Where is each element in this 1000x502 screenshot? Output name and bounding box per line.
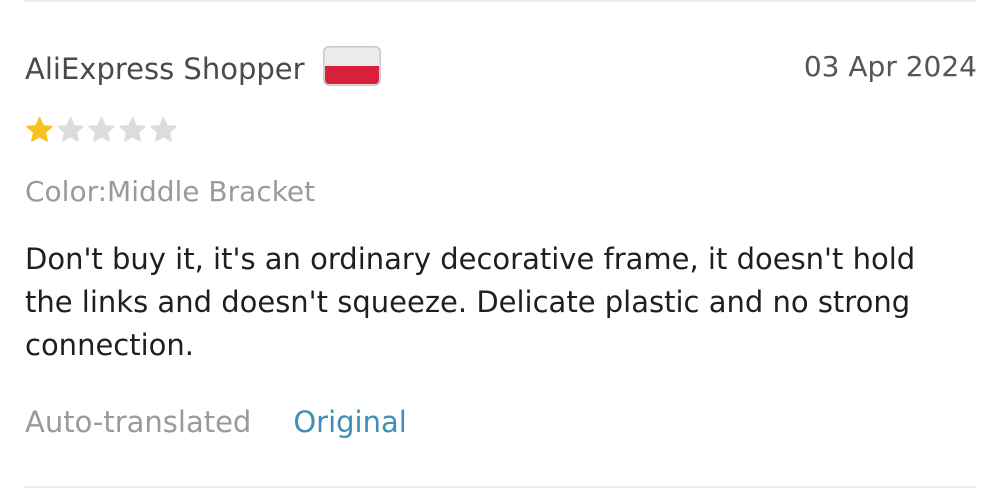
review-date: 03 Apr 2024	[803, 50, 977, 83]
star-empty-icon	[119, 117, 146, 142]
auto-translated-label: Auto-translated	[25, 405, 252, 439]
poland-flag-icon	[323, 46, 381, 86]
star-rating	[25, 116, 178, 146]
star-filled-icon	[26, 117, 53, 142]
review-text: Don't buy it, it's an ordinary decorativ…	[25, 242, 916, 362]
author-name: AliExpress Shopper	[25, 52, 305, 86]
review-header: AliExpress Shopper 03 Apr 2024	[25, 46, 977, 92]
star-empty-icon	[88, 117, 115, 142]
top-divider	[24, 0, 976, 2]
original-link[interactable]: Original	[293, 405, 406, 439]
star-empty-icon	[57, 117, 84, 142]
product-variant: Color:Middle Bracket	[25, 175, 316, 208]
translation-row: Auto-translated Original	[25, 402, 407, 442]
star-empty-icon	[150, 117, 177, 142]
bottom-divider	[24, 486, 976, 488]
